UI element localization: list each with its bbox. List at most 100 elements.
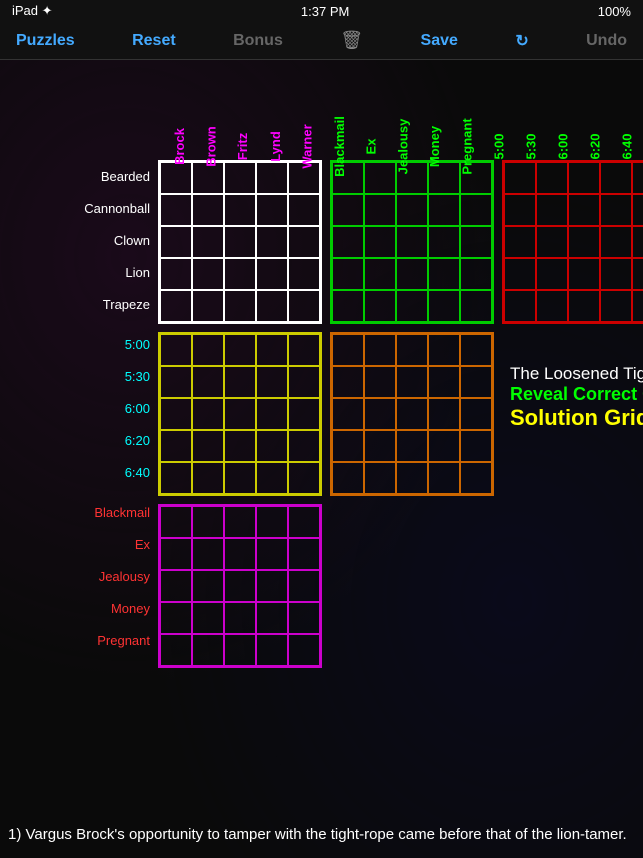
cell-g-1-2[interactable] bbox=[396, 194, 428, 226]
cell-y-1-4[interactable] bbox=[288, 366, 320, 398]
cell-m-1-1[interactable] bbox=[192, 538, 224, 570]
cell-g-4-3[interactable] bbox=[428, 290, 460, 322]
cell-m-0-4[interactable] bbox=[288, 506, 320, 538]
grid-yellow[interactable] bbox=[158, 332, 322, 496]
cell-o-3-2[interactable] bbox=[396, 430, 428, 462]
cell-m-4-4[interactable] bbox=[288, 634, 320, 666]
grid-magenta[interactable] bbox=[158, 504, 322, 668]
cell-m-2-1[interactable] bbox=[192, 570, 224, 602]
cell-g-2-1[interactable] bbox=[364, 226, 396, 258]
grid-green[interactable] bbox=[330, 160, 494, 324]
cell-m-2-4[interactable] bbox=[288, 570, 320, 602]
solution-grid-text[interactable]: Solution Grid bbox=[510, 405, 643, 431]
refresh-button[interactable]: ↻ bbox=[515, 31, 528, 51]
grid-orange[interactable] bbox=[330, 332, 494, 496]
cell-w-3-2[interactable] bbox=[224, 258, 256, 290]
cell-r-4-4[interactable] bbox=[632, 290, 643, 322]
cell-w-1-4[interactable] bbox=[288, 194, 320, 226]
cell-y-1-3[interactable] bbox=[256, 366, 288, 398]
cell-w-1-2[interactable] bbox=[224, 194, 256, 226]
cell-y-3-3[interactable] bbox=[256, 430, 288, 462]
cell-w-2-3[interactable] bbox=[256, 226, 288, 258]
cell-r-1-1[interactable] bbox=[536, 194, 568, 226]
cell-w-2-2[interactable] bbox=[224, 226, 256, 258]
cell-w-0-0[interactable] bbox=[160, 162, 192, 194]
cell-o-0-2[interactable] bbox=[396, 334, 428, 366]
cell-w-3-3[interactable] bbox=[256, 258, 288, 290]
cell-r-3-3[interactable] bbox=[600, 258, 632, 290]
cell-y-2-0[interactable] bbox=[160, 398, 192, 430]
cell-r-0-3[interactable] bbox=[600, 162, 632, 194]
reveal-correct-text[interactable]: Reveal Correct On Grid! bbox=[510, 384, 643, 405]
cell-g-3-2[interactable] bbox=[396, 258, 428, 290]
cell-o-1-1[interactable] bbox=[364, 366, 396, 398]
cell-m-4-3[interactable] bbox=[256, 634, 288, 666]
cell-m-2-2[interactable] bbox=[224, 570, 256, 602]
cell-r-3-0[interactable] bbox=[504, 258, 536, 290]
cell-y-3-2[interactable] bbox=[224, 430, 256, 462]
cell-m-3-2[interactable] bbox=[224, 602, 256, 634]
cell-r-0-0[interactable] bbox=[504, 162, 536, 194]
cell-w-4-2[interactable] bbox=[224, 290, 256, 322]
reset-button[interactable]: Reset bbox=[132, 32, 176, 50]
cell-r-0-1[interactable] bbox=[536, 162, 568, 194]
cell-w-4-0[interactable] bbox=[160, 290, 192, 322]
cell-o-4-2[interactable] bbox=[396, 462, 428, 494]
cell-w-4-4[interactable] bbox=[288, 290, 320, 322]
cell-r-2-1[interactable] bbox=[536, 226, 568, 258]
cell-r-1-3[interactable] bbox=[600, 194, 632, 226]
cell-g-1-1[interactable] bbox=[364, 194, 396, 226]
cell-r-2-0[interactable] bbox=[504, 226, 536, 258]
cell-y-0-3[interactable] bbox=[256, 334, 288, 366]
grid-white[interactable] bbox=[158, 160, 322, 324]
cell-m-3-3[interactable] bbox=[256, 602, 288, 634]
cell-g-1-4[interactable] bbox=[460, 194, 492, 226]
cell-w-2-0[interactable] bbox=[160, 226, 192, 258]
cell-y-4-4[interactable] bbox=[288, 462, 320, 494]
cell-g-4-2[interactable] bbox=[396, 290, 428, 322]
cell-w-3-0[interactable] bbox=[160, 258, 192, 290]
cell-w-4-3[interactable] bbox=[256, 290, 288, 322]
cell-r-1-0[interactable] bbox=[504, 194, 536, 226]
bonus-button[interactable]: Bonus bbox=[233, 32, 283, 50]
cell-y-2-4[interactable] bbox=[288, 398, 320, 430]
cell-g-3-3[interactable] bbox=[428, 258, 460, 290]
cell-r-4-2[interactable] bbox=[568, 290, 600, 322]
cell-g-1-3[interactable] bbox=[428, 194, 460, 226]
grid-red[interactable] bbox=[502, 160, 643, 324]
cell-g-4-4[interactable] bbox=[460, 290, 492, 322]
cell-y-2-2[interactable] bbox=[224, 398, 256, 430]
cell-y-3-4[interactable] bbox=[288, 430, 320, 462]
cell-w-0-3[interactable] bbox=[256, 162, 288, 194]
cell-y-1-0[interactable] bbox=[160, 366, 192, 398]
undo-button[interactable]: Undo bbox=[586, 32, 627, 50]
cell-o-2-2[interactable] bbox=[396, 398, 428, 430]
cell-g-2-2[interactable] bbox=[396, 226, 428, 258]
cell-m-0-2[interactable] bbox=[224, 506, 256, 538]
cell-y-0-0[interactable] bbox=[160, 334, 192, 366]
cell-o-4-0[interactable] bbox=[332, 462, 364, 494]
cell-m-2-3[interactable] bbox=[256, 570, 288, 602]
cell-r-4-3[interactable] bbox=[600, 290, 632, 322]
cell-y-3-0[interactable] bbox=[160, 430, 192, 462]
cell-w-4-1[interactable] bbox=[192, 290, 224, 322]
cell-g-3-0[interactable] bbox=[332, 258, 364, 290]
cell-y-3-1[interactable] bbox=[192, 430, 224, 462]
cell-m-4-1[interactable] bbox=[192, 634, 224, 666]
cell-o-3-0[interactable] bbox=[332, 430, 364, 462]
cell-g-4-0[interactable] bbox=[332, 290, 364, 322]
cell-r-2-3[interactable] bbox=[600, 226, 632, 258]
cell-m-0-3[interactable] bbox=[256, 506, 288, 538]
cell-m-1-2[interactable] bbox=[224, 538, 256, 570]
cell-r-0-4[interactable] bbox=[632, 162, 643, 194]
cell-g-4-1[interactable] bbox=[364, 290, 396, 322]
cell-y-4-0[interactable] bbox=[160, 462, 192, 494]
cell-r-2-2[interactable] bbox=[568, 226, 600, 258]
cell-r-3-4[interactable] bbox=[632, 258, 643, 290]
cell-m-4-0[interactable] bbox=[160, 634, 192, 666]
cell-w-2-1[interactable] bbox=[192, 226, 224, 258]
cell-o-0-0[interactable] bbox=[332, 334, 364, 366]
cell-o-0-1[interactable] bbox=[364, 334, 396, 366]
cell-g-2-0[interactable] bbox=[332, 226, 364, 258]
cell-o-4-1[interactable] bbox=[364, 462, 396, 494]
